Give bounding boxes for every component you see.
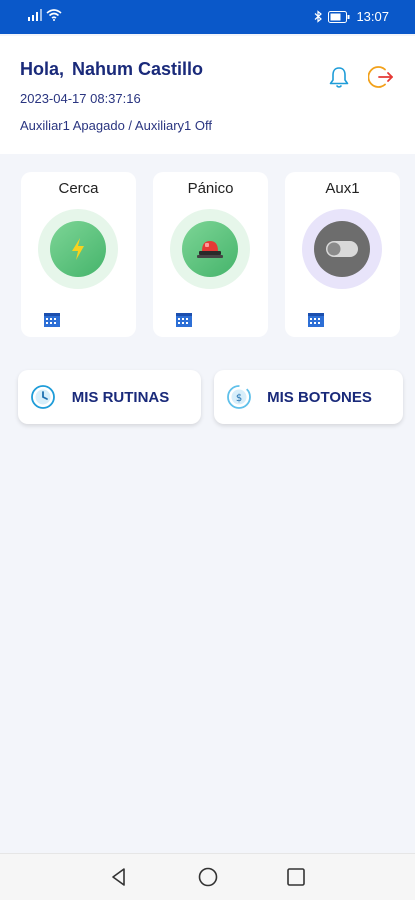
recents-icon[interactable] — [285, 866, 307, 888]
home-icon[interactable] — [197, 866, 219, 888]
card-cerca[interactable]: Cerca — [21, 172, 136, 337]
back-icon[interactable] — [108, 866, 130, 888]
card-title: Pánico — [187, 180, 234, 197]
my-routines-button[interactable]: MIS RUTINAS — [18, 370, 201, 424]
card-button[interactable] — [182, 221, 238, 277]
logout-icon[interactable] — [368, 64, 394, 90]
calendar-icon[interactable] — [43, 310, 61, 328]
greeting-word: Hola, — [20, 59, 65, 79]
my-routines-label: MIS RUTINAS — [71, 389, 170, 406]
lightning-icon — [72, 238, 84, 260]
card-status-halo — [302, 209, 382, 289]
card-button[interactable] — [50, 221, 106, 277]
system-nav-bar — [0, 853, 415, 900]
card-title: Aux1 — [325, 180, 360, 197]
last-update-datetime: 2023-04-17 08:37:16 — [20, 91, 141, 106]
signal-group — [28, 9, 62, 21]
card-panico[interactable]: Pánico — [153, 172, 268, 337]
card-aux1[interactable]: Aux1 — [285, 172, 400, 337]
status-time: 13:07 — [356, 9, 389, 24]
calendar-icon[interactable] — [175, 310, 193, 328]
status-right: 13:07 — [314, 9, 389, 24]
card-status-halo — [170, 209, 250, 289]
user-name: Nahum Castillo — [72, 59, 204, 79]
header: Hola, Nahum Castillo 2023-04-17 08:37:16 … — [0, 36, 415, 154]
status-bar: 13:07 — [0, 0, 415, 34]
signal-icon — [28, 9, 42, 21]
calendar-icon[interactable] — [307, 310, 325, 328]
card-status-halo — [38, 209, 118, 289]
siren-icon — [197, 241, 223, 258]
device-status-text: Auxiliar1 Apagado / Auxiliary1 Off — [20, 118, 212, 133]
my-buttons-button[interactable]: $ MIS BOTONES — [214, 370, 403, 424]
battery-icon — [328, 10, 350, 23]
bell-icon[interactable] — [326, 64, 352, 90]
card-title: Cerca — [58, 180, 99, 197]
card-button[interactable] — [314, 221, 370, 277]
wifi-icon — [46, 9, 62, 21]
bluetooth-icon — [315, 10, 323, 23]
my-buttons-label: MIS BOTONES — [267, 389, 372, 406]
toggle-off-icon — [326, 241, 358, 257]
greeting: Hola, Nahum Castillo — [20, 59, 203, 80]
